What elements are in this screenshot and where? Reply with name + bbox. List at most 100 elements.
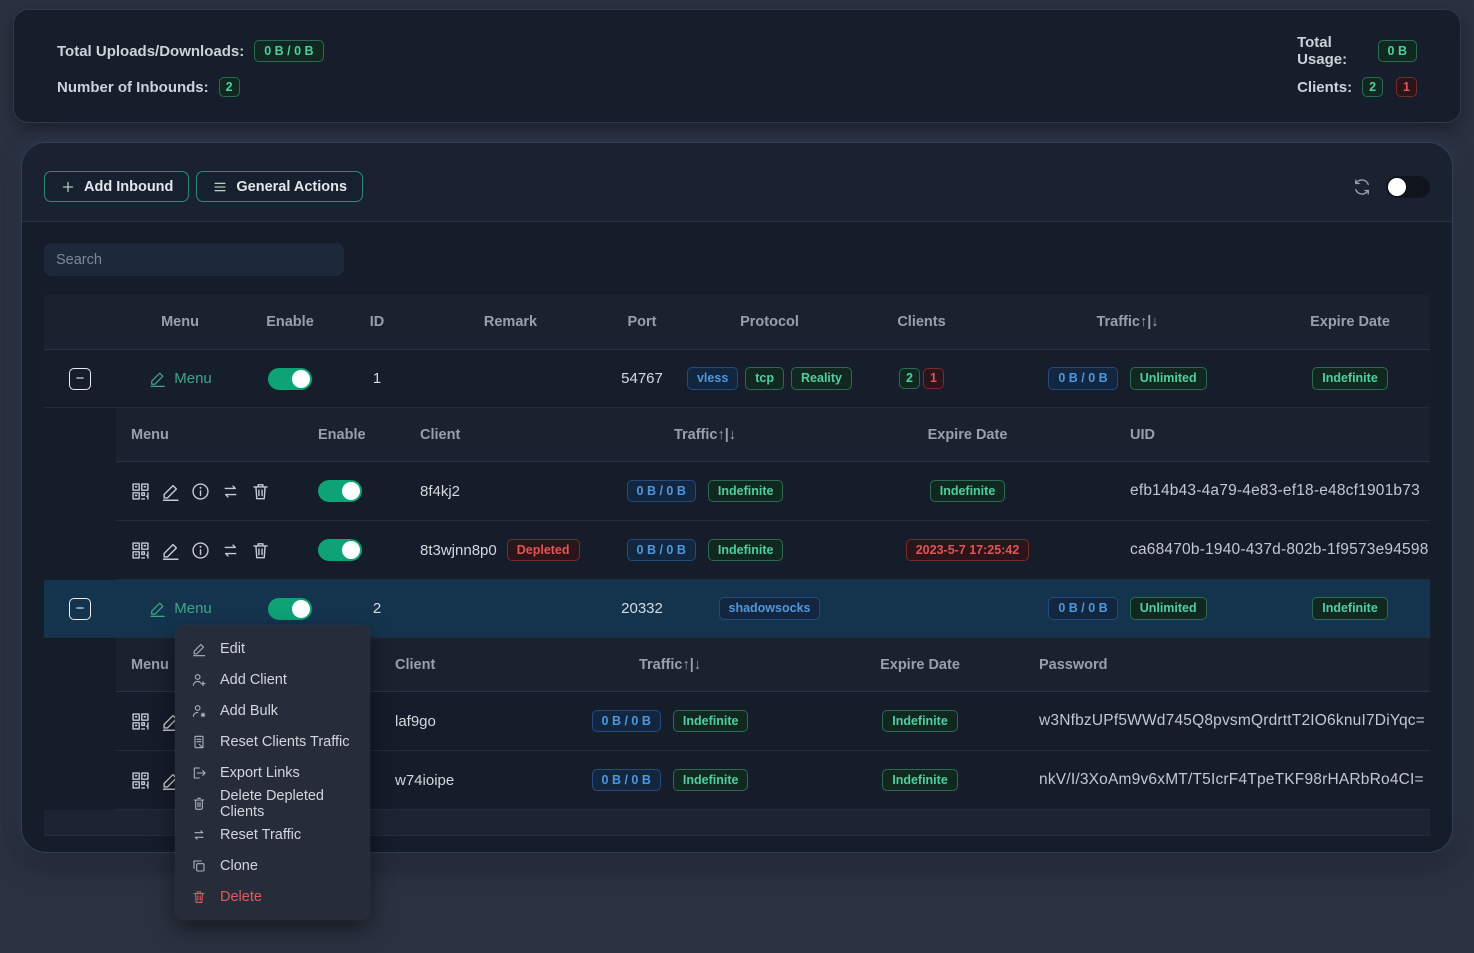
traffic-badge: 0 B / 0 B <box>1048 597 1117 620</box>
collapse-row-button[interactable]: − <box>69 598 91 620</box>
menu-item-delete[interactable]: Delete <box>175 881 370 912</box>
edit-icon <box>148 599 167 618</box>
auto-refresh-toggle[interactable] <box>1386 176 1430 198</box>
protocol-tag: shadowsocks <box>719 597 821 620</box>
stat-total-uploads-downloads: Total Uploads/Downloads: 0 B / 0 B <box>57 40 619 62</box>
qrcode-icon[interactable] <box>130 770 151 791</box>
plus-icon <box>60 179 76 195</box>
enable-toggle[interactable] <box>318 480 362 502</box>
reset-traffic-icon[interactable] <box>220 540 241 561</box>
menu-item-edit[interactable]: Edit <box>175 633 370 664</box>
add-bulk-icon <box>191 703 207 719</box>
traffic-quota-badge: Unlimited <box>1130 367 1207 390</box>
clients-header-row: Menu Enable Client Traffic↑|↓ Expire Dat… <box>116 408 1430 462</box>
col-clients: Clients <box>858 295 985 349</box>
col-enable: Enable <box>244 295 336 349</box>
toggle-knob <box>342 541 360 559</box>
edit-icon <box>191 641 207 657</box>
toggle-knob <box>292 370 310 388</box>
col-client: Client <box>375 638 525 691</box>
traffic-quota-badge: Indefinite <box>708 539 784 562</box>
clients-depleted-badge: 1 <box>923 368 944 389</box>
client-row: 8t3wjnn8p0 Depleted 0 B / 0 B Indefinite… <box>116 521 1430 580</box>
col-uid: UID <box>1075 408 1430 461</box>
inbound-id: 1 <box>336 350 418 407</box>
toggle-knob <box>1388 178 1406 196</box>
qrcode-icon[interactable] <box>130 540 151 561</box>
expire-badge: Indefinite <box>1312 597 1388 620</box>
col-expire-date: Expire Date <box>1270 295 1430 349</box>
col-protocol: Protocol <box>681 295 858 349</box>
collapse-row-button[interactable]: − <box>69 368 91 390</box>
menu-item-add-bulk[interactable]: Add Bulk <box>175 695 370 726</box>
stat-clients: Clients: 2 1 <box>619 76 1417 98</box>
col-client: Client <box>390 408 550 461</box>
clients-count-cell <box>858 580 985 637</box>
client-name: 8f4kj2 <box>420 483 460 500</box>
reset-traffic-icon[interactable] <box>220 481 241 502</box>
info-icon[interactable] <box>190 540 211 561</box>
traffic-quota-badge: Indefinite <box>673 710 749 733</box>
inbound-remark <box>418 580 603 637</box>
edit-icon <box>148 369 167 388</box>
enable-toggle[interactable] <box>268 598 312 620</box>
add-client-icon <box>191 672 207 688</box>
clients-active-badge: 2 <box>899 368 920 389</box>
traffic-badge: 0 B / 0 B <box>1048 367 1117 390</box>
expire-badge: Indefinite <box>882 769 958 792</box>
enable-toggle[interactable] <box>268 368 312 390</box>
network-tag: tcp <box>745 367 784 390</box>
col-expire-date: Expire Date <box>815 638 1025 691</box>
menu-bars-icon <box>212 179 228 195</box>
qrcode-icon[interactable] <box>130 481 151 502</box>
col-menu: Menu <box>116 295 244 349</box>
stat-label: Total Usage: <box>1297 34 1367 68</box>
client-name: laf9go <box>395 713 436 730</box>
menu-item-delete-depleted-clients[interactable]: Delete Depleted Clients <box>175 788 370 819</box>
edit-icon[interactable] <box>160 481 181 502</box>
expire-badge: Indefinite <box>882 710 958 733</box>
enable-toggle[interactable] <box>318 539 362 561</box>
menu-item-add-client[interactable]: Add Client <box>175 664 370 695</box>
expander-header <box>44 295 116 349</box>
inbound-menu-button[interactable]: Menu <box>148 369 212 388</box>
col-traffic-sort[interactable]: Traffic↑|↓ <box>985 295 1270 349</box>
edit-icon[interactable] <box>160 540 181 561</box>
stat-number-of-inbounds: Number of Inbounds: 2 <box>57 76 619 98</box>
col-remark: Remark <box>418 295 603 349</box>
inbounds-count-badge: 2 <box>219 77 240 98</box>
reset-clients-traffic-icon <box>191 734 207 750</box>
traffic-badge: 0 B / 0 B <box>592 769 661 792</box>
col-port: Port <box>603 295 681 349</box>
col-traffic-sort[interactable]: Traffic↑|↓ <box>525 638 815 691</box>
delete-depleted-icon <box>191 796 207 812</box>
client-uid: ca68470b-1940-437d-802b-1f9573e94598 <box>1130 541 1429 559</box>
add-inbound-button[interactable]: Add Inbound <box>44 171 189 202</box>
menu-item-reset-traffic[interactable]: Reset Traffic <box>175 819 370 850</box>
traffic-badge: 0 B / 0 B <box>592 710 661 733</box>
qrcode-icon[interactable] <box>130 711 151 732</box>
refresh-icon[interactable] <box>1352 177 1372 197</box>
clients-depleted-badge: 1 <box>1396 77 1417 98</box>
inbound-menu-button[interactable]: Menu <box>148 599 212 618</box>
menu-item-export-links[interactable]: Export Links <box>175 757 370 788</box>
col-expire-date: Expire Date <box>860 408 1075 461</box>
search-input[interactable] <box>44 243 344 276</box>
info-icon[interactable] <box>190 481 211 502</box>
traffic-quota-badge: Indefinite <box>708 480 784 503</box>
client-uid: efb14b43-4a79-4e83-ef18-e48cf1901b73 <box>1130 482 1420 500</box>
inbound-port: 20332 <box>603 580 681 637</box>
traffic-quota-badge: Indefinite <box>673 769 749 792</box>
general-actions-button[interactable]: General Actions <box>196 171 363 202</box>
total-usage-badge: 0 B <box>1378 40 1417 63</box>
menu-item-clone[interactable]: Clone <box>175 850 370 881</box>
menu-item-reset-clients-traffic[interactable]: Reset Clients Traffic <box>175 726 370 757</box>
inbound-remark <box>418 350 603 407</box>
client-name: w74ioipe <box>395 772 454 789</box>
export-links-icon <box>191 765 207 781</box>
col-traffic-sort[interactable]: Traffic↑|↓ <box>550 408 860 461</box>
delete-icon[interactable] <box>250 540 271 561</box>
delete-icon[interactable] <box>250 481 271 502</box>
client-password: w3NfbzUPf5WWd745Q8pvsmQrdrttT2IO6knuI7Di… <box>1039 712 1425 730</box>
client-row: 8f4kj2 0 B / 0 B Indefinite Indefinite e… <box>116 462 1430 521</box>
